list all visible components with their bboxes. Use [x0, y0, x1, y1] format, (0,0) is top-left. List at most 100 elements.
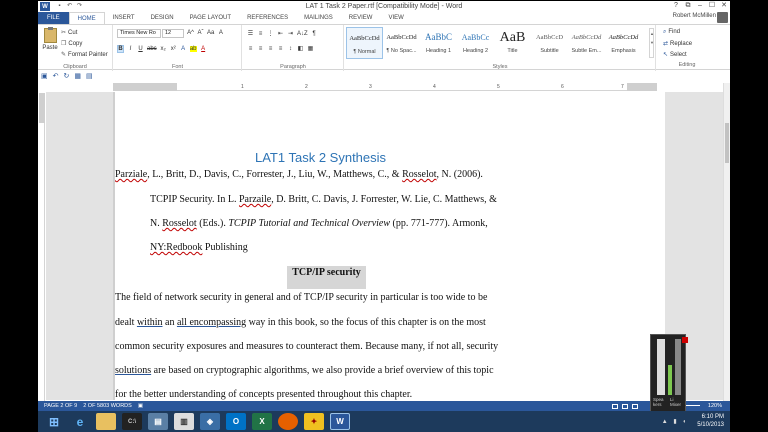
style-emphasis[interactable]: AaBbCcDd Emphasis [605, 27, 642, 59]
close-icon[interactable] [682, 337, 688, 343]
sort-button[interactable]: A↓Z [297, 31, 308, 37]
vertical-ruler[interactable] [39, 93, 45, 403]
justify-icon[interactable]: ≡ [277, 46, 284, 52]
word-icon[interactable]: W [330, 413, 350, 430]
system-tray[interactable]: ▲ ▮ ◖ [662, 418, 688, 425]
styles-scroll-button[interactable]: ▲ ▼ [649, 28, 654, 58]
format-painter-button[interactable]: ✎ Format Painter [61, 51, 108, 58]
paste-button[interactable]: Paste [41, 27, 59, 58]
highlight-button[interactable]: ab [189, 46, 197, 52]
strikethrough-button[interactable]: abc [147, 46, 157, 52]
tab-home[interactable]: HOME [68, 12, 105, 24]
align-left-icon[interactable]: ≡ [247, 46, 254, 52]
tab-mailings[interactable]: MAILINGS [296, 12, 341, 24]
clock-date: 5/10/2013 [697, 422, 724, 428]
style-subtitle[interactable]: AaBbCcD Subtitle [531, 27, 568, 59]
close-button[interactable]: ✕ [718, 1, 730, 11]
scrollbar-thumb[interactable] [725, 123, 729, 163]
style-heading-1[interactable]: AaBbC Heading 1 [420, 27, 457, 59]
subscript-button[interactable]: x₂ [160, 46, 167, 52]
vertical-scrollbar[interactable] [723, 83, 730, 401]
undo-icon[interactable]: ↶ [53, 72, 59, 80]
read-mode-icon[interactable] [612, 403, 618, 409]
align-center-icon[interactable]: ≡ [257, 46, 264, 52]
start-button-icon[interactable]: ⊞ [44, 413, 64, 430]
proofing-icon[interactable]: ▣ [138, 403, 143, 409]
para-solutions: solutions [115, 365, 152, 376]
view-buttons [612, 403, 638, 409]
zoom-level[interactable]: 120% [708, 403, 722, 409]
style-subtle-emphasis[interactable]: AaBbCcDd Subtle Em... [568, 27, 605, 59]
borders-icon[interactable]: ▦ [307, 45, 314, 52]
internet-explorer-icon[interactable]: e [70, 413, 90, 430]
tab-references[interactable]: REFERENCES [239, 12, 296, 24]
page-count[interactable]: PAGE 2 OF 9 [44, 403, 77, 409]
grow-font-button[interactable]: A^ [187, 30, 194, 36]
cut-button[interactable]: ✂ Cut [61, 29, 77, 36]
text-effects-button[interactable]: A [180, 46, 187, 52]
multilevel-icon[interactable]: ⋮ [267, 30, 274, 37]
font-color-button[interactable]: A [200, 46, 207, 52]
numbering-icon[interactable]: ≡ [257, 31, 264, 37]
italic-button[interactable]: I [127, 46, 134, 52]
network-icon[interactable]: ◈ [200, 413, 220, 430]
print-layout-icon[interactable] [622, 403, 628, 409]
select-button[interactable]: ↖ Select [663, 51, 687, 58]
style-normal[interactable]: AaBbCcDd ¶ Normal [346, 27, 383, 59]
save-icon[interactable]: ▣ [41, 72, 48, 80]
mixer-volume-slider[interactable] [675, 339, 681, 395]
clock[interactable]: 6:10 PM 5/10/2013 [697, 413, 724, 429]
paint-icon[interactable]: ✦ [304, 413, 324, 430]
command-prompt-icon[interactable]: C:\ [122, 413, 142, 430]
excel-icon[interactable]: X [252, 413, 272, 430]
tab-review[interactable]: REVIEW [341, 12, 381, 24]
paragraph-line-1: The field of network security in general… [115, 292, 488, 303]
increase-indent-icon[interactable]: ⇥ [287, 30, 294, 37]
firefox-icon[interactable] [278, 413, 298, 430]
print-icon[interactable]: ▦ [74, 72, 81, 80]
tab-page-layout[interactable]: PAGE LAYOUT [182, 12, 239, 24]
replace-button[interactable]: ⇄ Replace [663, 40, 692, 47]
avatar[interactable] [717, 12, 728, 23]
font-name-box[interactable]: Times New Ro [117, 29, 161, 38]
document-page[interactable]: LAT1 Task 2 Synthesis Parziale, L., Brit… [115, 92, 665, 400]
ribbon-display-button[interactable]: ⧉ [682, 1, 694, 11]
minimize-button[interactable]: – [694, 1, 706, 11]
tab-design[interactable]: DESIGN [143, 12, 182, 24]
remote-desktop-icon[interactable]: ▤ [148, 413, 168, 430]
word-count[interactable]: 2 OF 5803 WORDS [83, 403, 132, 409]
copy-button[interactable]: ❐ Copy [61, 40, 82, 47]
tab-file[interactable]: FILE [38, 12, 69, 24]
help-button[interactable]: ? [670, 1, 682, 11]
align-right-icon[interactable]: ≡ [267, 46, 274, 52]
change-case-button[interactable]: Aa [207, 30, 214, 36]
shrink-font-button[interactable]: Aˇ [197, 30, 204, 36]
file-explorer-icon[interactable] [96, 413, 116, 430]
tab-view[interactable]: VIEW [380, 12, 411, 24]
horizontal-ruler[interactable]: 1 2 3 4 5 6 7 [113, 83, 657, 91]
style-title[interactable]: AaB Title [494, 27, 531, 59]
shading-icon[interactable]: ◧ [297, 45, 304, 52]
outlook-icon[interactable]: O [226, 413, 246, 430]
style-no-spacing[interactable]: AaBbCcDd ¶ No Spac... [383, 27, 420, 59]
speaker-volume-slider[interactable] [657, 339, 665, 395]
line-spacing-icon[interactable]: ↕ [287, 46, 294, 52]
redo-icon[interactable]: ↻ [64, 72, 70, 80]
user-name[interactable]: Robert McMillen [673, 13, 716, 19]
underline-button[interactable]: U [137, 46, 144, 52]
bullets-icon[interactable]: ☰ [247, 30, 254, 37]
font-size-box[interactable]: 12 [162, 29, 184, 38]
find-button[interactable]: ⌕ Find [663, 29, 680, 36]
web-layout-icon[interactable] [632, 403, 638, 409]
show-marks-button[interactable]: ¶ [311, 31, 318, 37]
clear-formatting-button[interactable]: A [217, 30, 224, 36]
notepad-icon[interactable]: ▥ [174, 413, 194, 430]
maximize-button[interactable]: ☐ [706, 1, 718, 11]
superscript-button[interactable]: x² [170, 46, 177, 52]
style-heading-2[interactable]: AaBbCc Heading 2 [457, 27, 494, 59]
preview-icon[interactable]: ▤ [86, 72, 93, 80]
bold-button[interactable]: B [117, 45, 124, 53]
tab-insert[interactable]: INSERT [105, 12, 143, 24]
decrease-indent-icon[interactable]: ⇤ [277, 30, 284, 37]
style-emphasis-name: Emphasis [611, 48, 636, 54]
